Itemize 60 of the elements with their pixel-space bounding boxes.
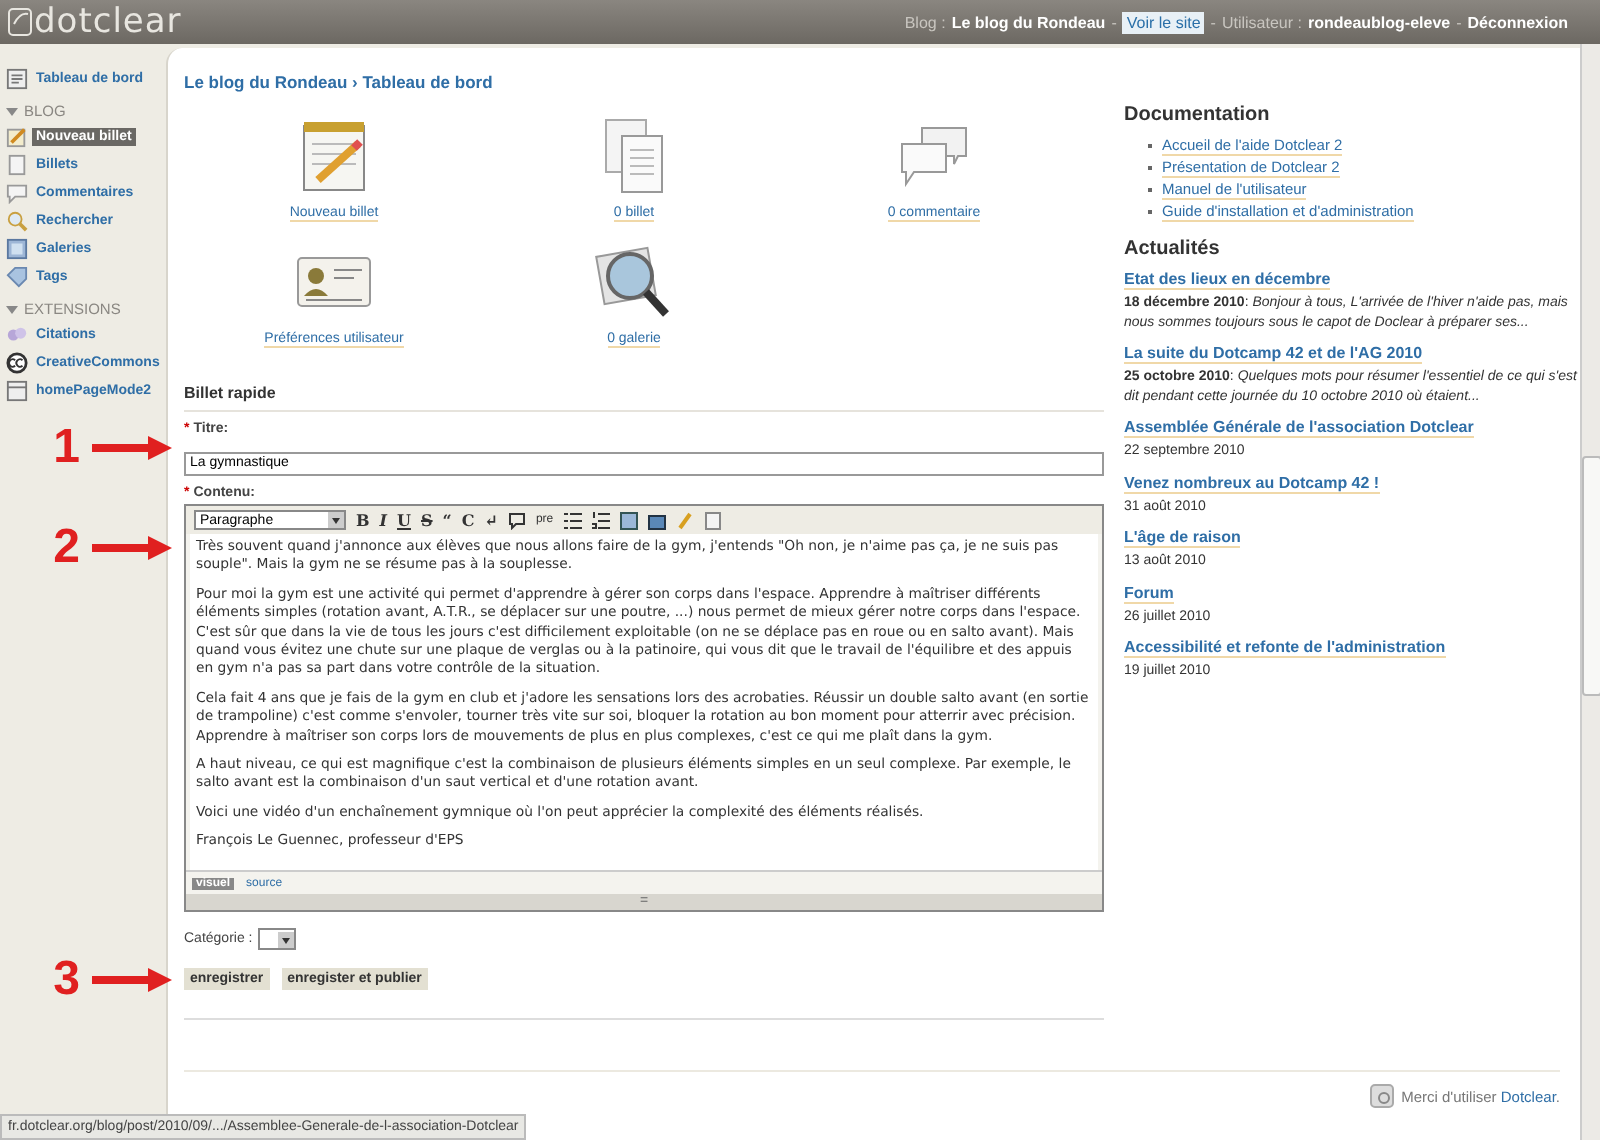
collapse-triangle-icon[interactable] [6, 303, 18, 315]
scrollbar[interactable] [1580, 44, 1600, 1140]
news-title-link[interactable]: La suite du Dotcamp 42 et de l'AG 2010 [1124, 344, 1423, 364]
format-button[interactable]: “ [442, 512, 452, 528]
section-heading: Documentation [1124, 104, 1272, 126]
header-label: Blog : [904, 13, 946, 31]
breadcrumb: Le blog du Rondeau › Tableau de bord [184, 72, 495, 92]
magnifier-icon [594, 242, 674, 322]
format-button[interactable]: ↵ [484, 512, 498, 528]
header-link[interactable]: Déconnexion [1467, 13, 1568, 31]
annotation-number: 3 [53, 956, 80, 1004]
news-title-link[interactable]: Assemblée Générale de l'association Dotclear [1124, 418, 1474, 438]
dashboard-icon [6, 68, 28, 90]
quote-icon [6, 324, 28, 346]
header-separator: - [1456, 13, 1462, 31]
image-icon[interactable] [619, 511, 638, 529]
header-separator: - [1210, 13, 1216, 31]
format-button[interactable]: U [397, 512, 411, 528]
picture-frame-icon [6, 238, 28, 260]
header-link[interactable]: Le blog du Rondeau [951, 13, 1106, 31]
dotclear-logo[interactable]: dotclear [8, 2, 182, 42]
format-button[interactable]: B [356, 512, 370, 528]
page-icon [6, 154, 28, 176]
comment-icon[interactable] [507, 511, 526, 529]
media-icon[interactable] [647, 511, 666, 529]
format-button[interactable]: I [379, 512, 388, 528]
annotation-number: 1 [53, 424, 80, 472]
search-icon [6, 210, 28, 232]
annotation-number: 2 [53, 524, 80, 572]
annotation-arrow [92, 436, 172, 460]
page-link-icon[interactable] [703, 511, 722, 529]
format-button[interactable]: S [421, 512, 433, 528]
bullet-list-icon[interactable] [563, 511, 582, 529]
speech-bubble-icon [6, 182, 28, 204]
dotclear-logo-icon [1369, 1084, 1394, 1108]
header-link[interactable]: rondeaublog-eleve [1307, 13, 1451, 31]
annotation-arrow [92, 968, 172, 992]
section-heading: Billet rapide [184, 384, 1104, 412]
news-title-link[interactable]: Etat des lieux en décembre [1124, 270, 1331, 290]
scrollbar-thumb[interactable] [1581, 456, 1600, 696]
numbered-list-icon[interactable] [591, 511, 610, 529]
header-label: Utilisateur : [1221, 13, 1302, 31]
news-title-link[interactable]: Accessibilité et refonte de l'administration [1124, 638, 1446, 658]
dropdown-arrow-icon [328, 512, 344, 528]
category-select[interactable] [258, 928, 297, 950]
tag-icon [6, 266, 28, 288]
section-heading: Actualités [1124, 238, 1222, 260]
annotation-arrow [92, 536, 172, 560]
news-title-link[interactable]: Venez nombreux au Dotcamp 42 ! [1124, 473, 1380, 493]
news-title-link[interactable]: Forum [1124, 583, 1174, 603]
dropdown-arrow-icon [278, 931, 295, 947]
window-icon [6, 380, 28, 402]
view-site-button[interactable]: Voir le site [1122, 11, 1205, 33]
header-separator: - [1111, 13, 1117, 31]
format-button[interactable]: C [461, 512, 475, 528]
cc-icon [6, 352, 28, 374]
editor-content[interactable] [190, 534, 1098, 870]
news-title-link[interactable]: L'âge de raison [1124, 528, 1241, 548]
pencil-note-icon [6, 126, 28, 148]
collapse-triangle-icon[interactable] [6, 105, 18, 117]
